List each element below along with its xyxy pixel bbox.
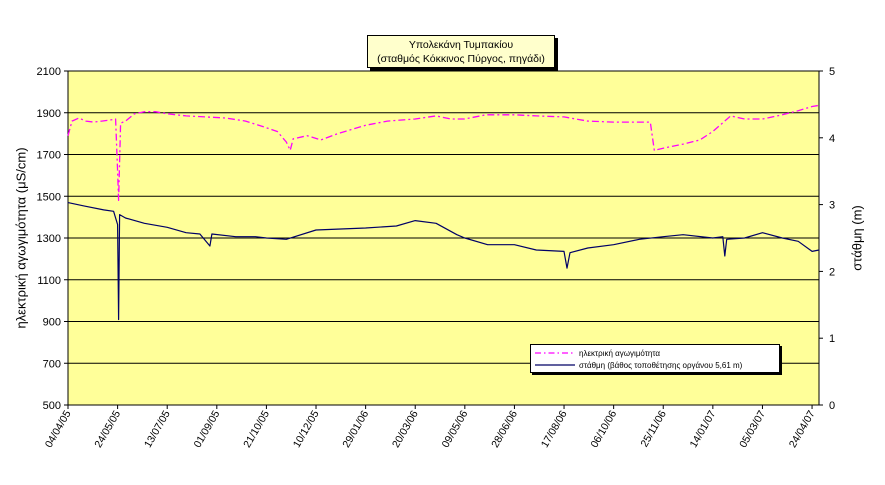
x-tick-label: 25/11/06	[638, 408, 669, 449]
y-tick-label-right: 3	[829, 200, 835, 212]
y-tick-label-left: 700	[43, 358, 61, 370]
y-axis-label-right: στάθμη (m)	[849, 205, 865, 271]
y-tick-label-left: 2100	[37, 66, 61, 78]
y-tick-label-right: 0	[829, 400, 835, 412]
chart-title-box: Υπολεκάνη Τυμπακίου (σταθμός Κόκκινος Πύ…	[367, 35, 555, 68]
y-tick-label-left: 1100	[37, 275, 61, 287]
y-tick-label-right: 2	[829, 266, 835, 278]
x-tick-label: 05/03/07	[737, 408, 768, 450]
legend-label-conductivity: ηλεκτρική αγωγιμότητα	[579, 348, 661, 358]
legend-label-level: στάθμη (βάθος τοποθέτησης οργάνου 5,61 m…	[579, 360, 743, 370]
y-tick-label-right: 1	[829, 333, 835, 345]
legend: ηλεκτρική αγωγιμότητα στάθμη (βάθος τοπο…	[530, 344, 780, 373]
y-tick-label-left: 1700	[37, 150, 61, 162]
x-tick-label: 28/06/06	[489, 408, 520, 450]
legend-item-level: στάθμη (βάθος τοποθέτησης οργάνου 5,61 m…	[535, 359, 742, 371]
legend-swatch-conductivity	[535, 352, 575, 354]
chart-title: Υπολεκάνη Τυμπακίου	[408, 39, 514, 51]
x-tick-label: 29/01/06	[340, 408, 371, 450]
y-tick-label-right: 4	[829, 133, 835, 145]
x-tick-label: 04/04/05	[43, 408, 74, 450]
x-tick-label: 21/10/05	[241, 408, 272, 450]
x-tick-label: 14/01/07	[688, 408, 719, 450]
x-tick-label: 13/07/05	[142, 408, 173, 450]
x-tick-label: 01/09/05	[192, 408, 223, 450]
x-tick-label: 20/03/06	[390, 408, 421, 450]
x-tick-label: 06/10/06	[588, 408, 619, 450]
y-axis-label-left: ηλεκτρική αγωγιμότητα (μS/cm)	[13, 147, 29, 329]
x-tick-label: 24/04/07	[787, 408, 818, 450]
y-tick-label-left: 500	[43, 400, 61, 412]
y-tick-label-left: 1500	[37, 191, 61, 203]
legend-swatch-level	[535, 364, 575, 366]
y-tick-label-right: 5	[829, 66, 835, 78]
x-tick-label: 10/12/05	[291, 408, 322, 450]
x-tick-label: 17/08/06	[539, 408, 570, 450]
y-tick-label-left: 1300	[37, 233, 61, 245]
chart-subtitle: (σταθμός Κόκκινος Πύργος, πηγάδι)	[377, 53, 545, 65]
x-tick-label: 09/05/06	[440, 408, 471, 450]
legend-item-conductivity: ηλεκτρική αγωγιμότητα	[535, 347, 660, 359]
chart: 500 700 900 1100 1300 1500 1700 1900 2100 0 1 2 3 4 5 0…	[37, 66, 836, 450]
y-tick-label-left: 900	[43, 317, 61, 329]
x-tick-label: 24/05/05	[92, 408, 123, 450]
y-tick-label-left: 1900	[37, 108, 61, 120]
